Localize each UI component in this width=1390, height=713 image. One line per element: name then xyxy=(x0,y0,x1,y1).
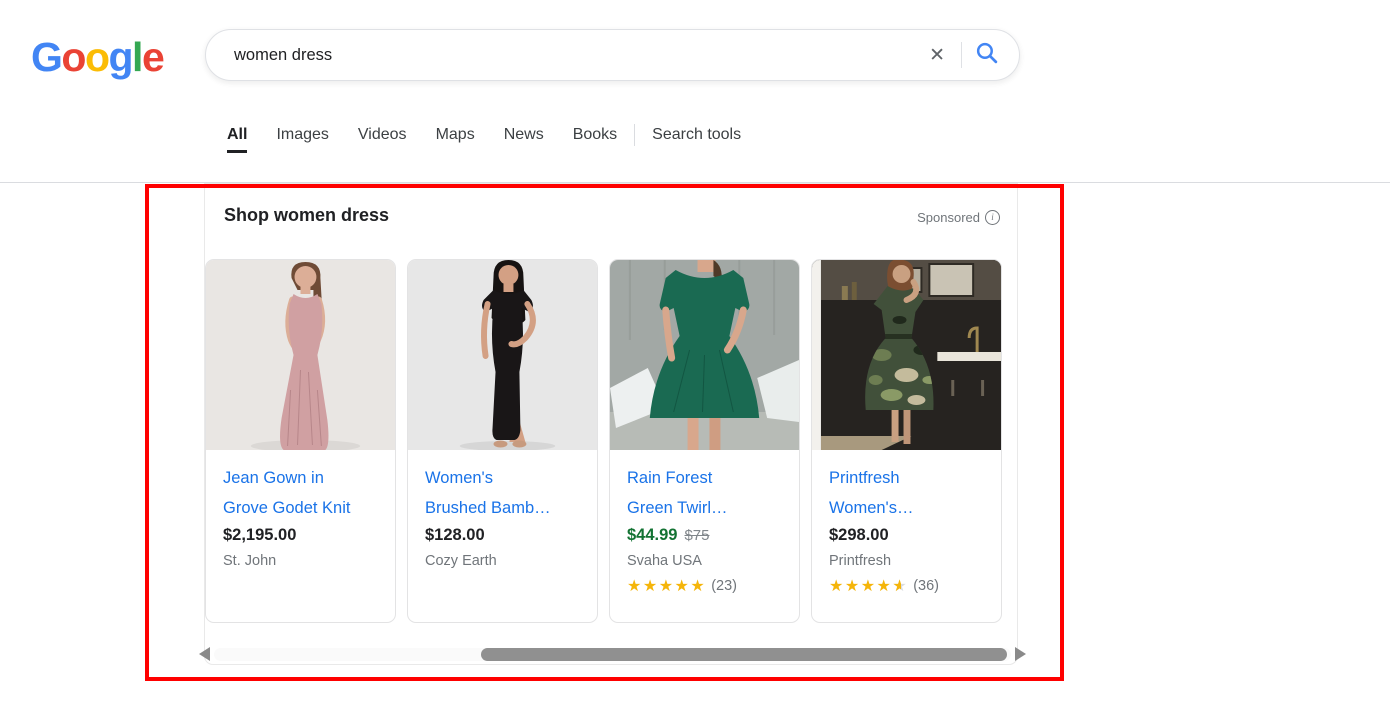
logo-letter: l xyxy=(132,34,142,80)
star-rating-icons: ★★★★★★ xyxy=(829,576,908,596)
product-price: $298.00 xyxy=(829,526,889,544)
sponsored-label: Sponsored xyxy=(917,210,980,225)
rating-count: (23) xyxy=(711,578,737,594)
search-input[interactable] xyxy=(232,45,921,66)
merchant-name: Cozy Earth xyxy=(425,553,580,569)
tab-images[interactable]: Images xyxy=(276,126,328,144)
product-rating: ★★★★★ (23) xyxy=(627,576,782,596)
result-tabs: All Images Videos Maps News Books Search… xyxy=(227,124,770,146)
product-card: Rain Forest Green Twirl… $44.99 $75 Svaha… xyxy=(609,259,800,623)
logo-letter: G xyxy=(31,34,61,80)
merchant-name: St. John xyxy=(223,553,378,569)
carousel-scrollbar xyxy=(199,647,1026,661)
product-card: Jean Gown in Grove Godet Knit $2,195.00 … xyxy=(205,259,396,623)
tab-videos[interactable]: Videos xyxy=(358,126,407,144)
price-row: $298.00 xyxy=(829,526,984,545)
product-rating: ★★★★★★ (36) xyxy=(829,576,984,596)
product-image-green-dress[interactable] xyxy=(610,260,799,450)
rating-count: (36) xyxy=(913,578,939,594)
product-image-black-dress[interactable] xyxy=(408,260,597,450)
product-title-link[interactable]: Women's Brushed Bamb… xyxy=(425,463,580,523)
search-icon xyxy=(974,40,999,70)
price-row: $2,195.00 xyxy=(223,526,378,545)
scrollbar-track[interactable] xyxy=(214,648,1011,661)
info-icon[interactable]: i xyxy=(985,210,1000,225)
product-carousel: Jean Gown in Grove Godet Knit $2,195.00 … xyxy=(205,259,1002,623)
search-button[interactable] xyxy=(974,40,999,70)
search-tools-button[interactable]: Search tools xyxy=(652,126,741,144)
search-bar[interactable]: ✕ xyxy=(205,29,1020,81)
logo-letter: o xyxy=(61,34,85,80)
tab-books[interactable]: Books xyxy=(573,126,617,144)
scroll-right-arrow-icon[interactable] xyxy=(1015,647,1026,661)
logo-letter: g xyxy=(109,34,133,80)
scroll-left-arrow-icon[interactable] xyxy=(199,647,210,661)
merchant-name: Svaha USA xyxy=(627,553,782,569)
price-row: $128.00 xyxy=(425,526,580,545)
tab-news[interactable]: News xyxy=(504,126,544,144)
merchant-name: Printfresh xyxy=(829,553,984,569)
product-image-pink-gown[interactable] xyxy=(206,260,395,450)
shopping-module-title: Shop women dress xyxy=(224,205,389,226)
tab-all[interactable]: All xyxy=(227,126,247,144)
tabs-divider xyxy=(634,124,635,146)
shopping-ads-module: Shop women dress Sponsored i xyxy=(204,183,1018,665)
product-title-link[interactable]: Jean Gown in Grove Godet Knit xyxy=(223,463,378,523)
star-rating-icons: ★★★★★ xyxy=(627,576,706,596)
tab-maps[interactable]: Maps xyxy=(436,126,475,144)
product-image-camo-dress[interactable] xyxy=(812,260,1001,450)
logo-letter: e xyxy=(142,34,163,80)
product-sale-price: $44.99 xyxy=(627,526,677,544)
clear-search-button[interactable]: ✕ xyxy=(921,42,953,69)
google-logo[interactable]: Google xyxy=(31,31,163,83)
price-row: $44.99 $75 xyxy=(627,526,782,545)
scrollbar-thumb[interactable] xyxy=(481,648,1007,661)
product-title-link[interactable]: Printfresh Women's… xyxy=(829,463,984,523)
logo-letter: o xyxy=(85,34,109,80)
sponsored-label-row: Sponsored i xyxy=(917,210,1000,225)
product-card: Women's Brushed Bamb… $128.00 Cozy Earth xyxy=(407,259,598,623)
searchbar-divider xyxy=(961,42,962,68)
product-card: Printfresh Women's… $298.00 Printfresh ★… xyxy=(811,259,1002,623)
product-price: $128.00 xyxy=(425,526,485,544)
product-price: $2,195.00 xyxy=(223,526,296,544)
product-title-link[interactable]: Rain Forest Green Twirl… xyxy=(627,463,782,523)
product-original-price: $75 xyxy=(684,527,709,544)
